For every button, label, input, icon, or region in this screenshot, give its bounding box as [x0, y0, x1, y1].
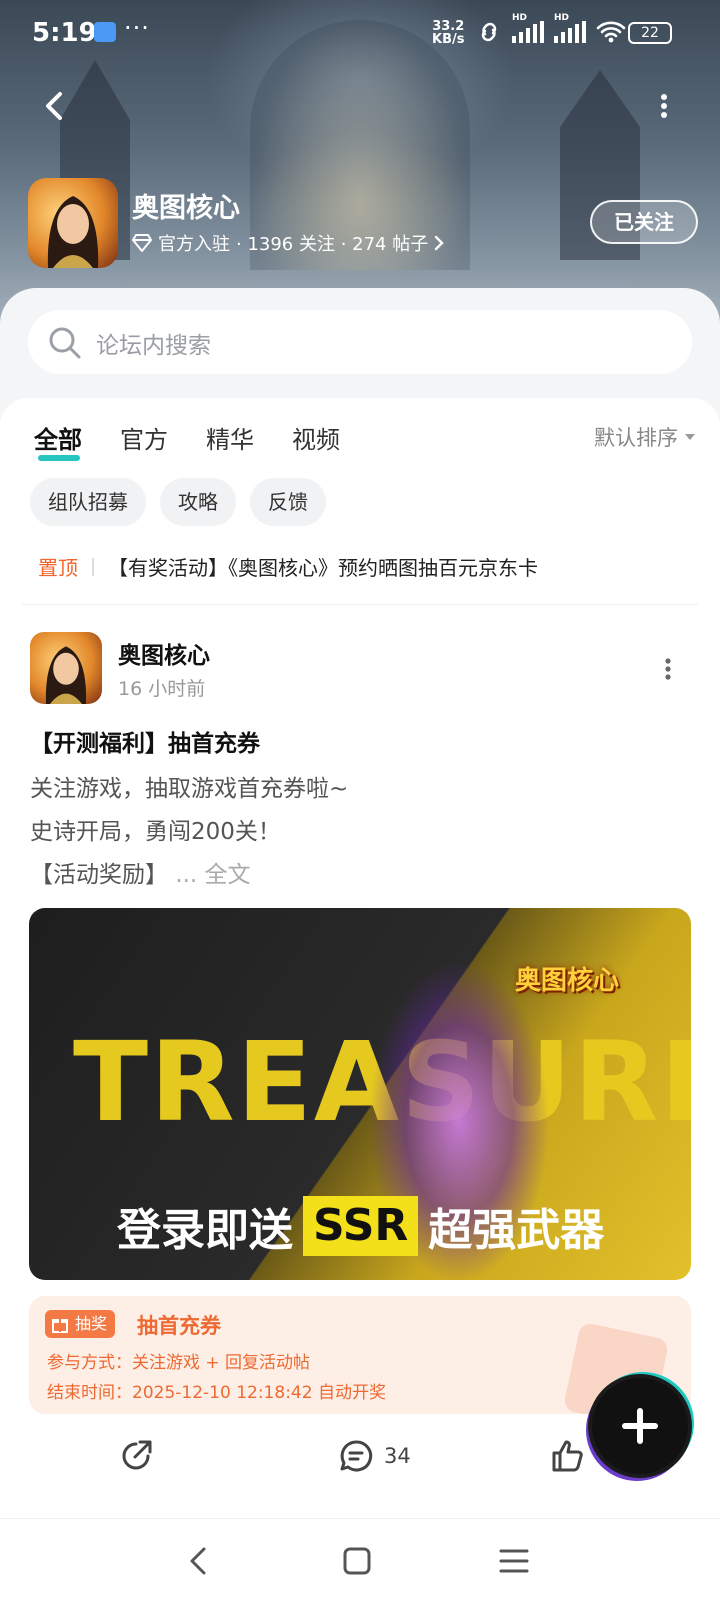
network-speed-unit: KB/s: [432, 32, 465, 47]
post-feed: 全部 官方 精华 视频 默认排序 组队招募 攻略 反馈 置顶 【有奖活动】《奥图…: [0, 398, 720, 1518]
pinned-tag: 置顶: [38, 556, 78, 580]
follow-button[interactable]: 已关注: [590, 200, 698, 244]
tab-featured[interactable]: 精华: [206, 420, 254, 455]
link-icon: [481, 22, 497, 42]
top-navigation: [0, 78, 720, 134]
cell-signal-1-icon: HD: [512, 13, 544, 43]
status-icons: HD HD: [476, 13, 626, 44]
author-name[interactable]: 奥图核心: [118, 636, 210, 670]
verified-diamond-icon: [132, 234, 152, 252]
post-line-3-text: 【活动奖励】: [30, 862, 168, 888]
forum-meta[interactable]: 官方入驻 · 1396 关注 · 274 帖子: [132, 230, 444, 256]
thumbs-up-icon: [552, 1440, 583, 1472]
more-options-icon[interactable]: [660, 94, 668, 118]
create-post-button[interactable]: [592, 1378, 688, 1474]
share-icon: [122, 1440, 152, 1470]
plus-icon-vertical: [637, 1408, 643, 1444]
lottery-badge: 抽奖: [45, 1310, 116, 1338]
chip-team-recruit[interactable]: 组队招募: [30, 478, 146, 526]
forum-info: 奥图核心 官方入驻 · 1396 关注 · 274 帖子 已关注: [28, 178, 698, 268]
post-time: 16 小时前: [118, 678, 206, 700]
wifi-icon: [596, 21, 626, 43]
banner-cta-pre: 登录即送: [117, 1205, 293, 1256]
verified-label: 官方入驻: [158, 234, 230, 255]
caret-down-icon: [685, 434, 695, 440]
search-icon: [49, 327, 81, 359]
nav-back-icon[interactable]: [180, 1541, 220, 1581]
network-speed: 33.2 KB/s: [432, 20, 464, 46]
tab-all[interactable]: 全部: [34, 420, 82, 461]
status-bar: 5:19 ··· 33.2 KB/s HD HD 22: [0, 0, 720, 66]
category-chips: 组队招募 攻略 反馈: [30, 478, 326, 526]
forum-logo[interactable]: [28, 178, 118, 268]
gift-icon: [52, 1319, 68, 1333]
sort-dropdown[interactable]: 默认排序: [594, 422, 696, 452]
post-more-icon[interactable]: [664, 658, 672, 680]
forum-stats: · 1396 关注 · 274 帖子: [236, 234, 429, 255]
share-button[interactable]: [118, 1438, 154, 1474]
system-navigation-bar: [0, 1518, 720, 1600]
cell-signal-2-label: HD: [554, 13, 570, 23]
tab-video[interactable]: 视频: [292, 420, 340, 455]
battery-icon: 22: [628, 22, 672, 44]
cell-signal-1-label: HD: [512, 13, 528, 23]
lottery-card[interactable]: 抽奖 抽首充券 参与方式：关注游戏 + 回复活动帖 结束时间：2025-12-1…: [29, 1296, 691, 1414]
forum-panel: 论坛内搜索 全部 官方 精华 视频 默认排序 组队招募 攻略 反馈 置顶 【有奖: [0, 288, 720, 1518]
post-title: 【开测福利】抽首充券: [30, 731, 260, 757]
nav-home-icon[interactable]: [337, 1541, 377, 1581]
comment-count: 34: [384, 1444, 411, 1468]
pinned-divider: [92, 557, 94, 576]
pinned-title: 【有奖活动】《奥图核心》预约晒图抽百元京东卡: [108, 556, 538, 580]
forum-name: 奥图核心: [132, 193, 240, 224]
post-line-1: 关注游戏，抽取游戏首充券啦~: [30, 776, 349, 802]
banner-cta-post: 超强武器: [428, 1205, 605, 1256]
comment-button[interactable]: 34: [338, 1438, 411, 1474]
back-arrow-icon[interactable]: [36, 88, 72, 124]
lottery-title: 抽首充券: [137, 1314, 221, 1338]
post-image[interactable]: TREASURE 奥图核心 登录即送 SSR 超强武器: [29, 908, 691, 1280]
divider: [22, 604, 698, 605]
post-line-2: 史诗开局，勇闯200关！: [30, 819, 281, 845]
sort-label: 默认排序: [594, 426, 678, 450]
comment-icon: [340, 1440, 373, 1472]
nav-menu-icon[interactable]: [494, 1541, 534, 1581]
tab-official[interactable]: 官方: [120, 420, 168, 455]
status-more-dots: ···: [124, 14, 150, 42]
chip-guides[interactable]: 攻略: [160, 478, 236, 526]
chip-feedback[interactable]: 反馈: [250, 478, 326, 526]
lottery-badge-label: 抽奖: [75, 1314, 108, 1333]
post-body: 关注游戏，抽取游戏首充券啦~ 史诗开局，勇闯200关！ 【活动奖励】 ... 全…: [30, 768, 348, 897]
banner-game-logo: 奥图核心: [515, 966, 620, 996]
search-input[interactable]: 论坛内搜索: [96, 326, 211, 360]
banner-cta: 登录即送 SSR 超强武器: [117, 1194, 604, 1258]
search-bar[interactable]: 论坛内搜索: [28, 310, 692, 374]
screen: 5:19 ··· 33.2 KB/s HD HD 22 奥图核心 官方入驻 · …: [0, 0, 720, 1600]
cell-signal-2-icon: HD: [554, 13, 586, 43]
pinned-post[interactable]: 置顶 【有奖活动】《奥图核心》预约晒图抽百元京东卡: [38, 552, 688, 581]
chevron-right-icon: [435, 235, 444, 251]
author-avatar[interactable]: [30, 632, 102, 704]
camera-app-icon: [94, 22, 116, 42]
read-more-link[interactable]: ... 全文: [175, 862, 250, 888]
feed-tabs: 全部 官方 精华 视频: [34, 420, 340, 461]
status-time: 5:19: [32, 18, 97, 48]
lottery-method: 参与方式：关注游戏 + 回复活动帖: [47, 1353, 311, 1373]
lottery-end-time: 结束时间：2025-12-10 12:18:42 自动开奖: [47, 1383, 386, 1403]
banner-cta-ssr: SSR: [303, 1196, 419, 1256]
post-line-3: 【活动奖励】 ... 全文: [30, 854, 348, 897]
